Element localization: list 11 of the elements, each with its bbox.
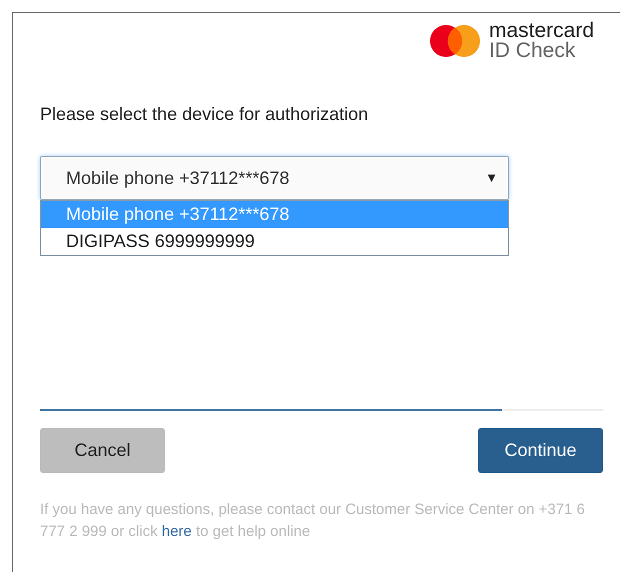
dropdown-option[interactable]: DIGIPASS 6999999999 (41, 228, 508, 255)
caret-icon: ▼ (485, 168, 498, 188)
brand-name: mastercard (488, 21, 594, 41)
device-select[interactable]: Mobile phone +37112***678 ▼ (40, 156, 509, 200)
logo-icon (428, 24, 481, 58)
product-name: ID Check (488, 41, 576, 61)
cancel-button[interactable]: Cancel (40, 428, 165, 473)
prompt-text: Please select the device for authorization (40, 103, 370, 126)
continue-button[interactable]: Continue (478, 428, 603, 473)
help-text: If you have any questions, please contact our Customer Service Center on +371 6 777 2 999 or click here to get help online (40, 500, 586, 542)
help-link[interactable]: here (162, 523, 192, 540)
